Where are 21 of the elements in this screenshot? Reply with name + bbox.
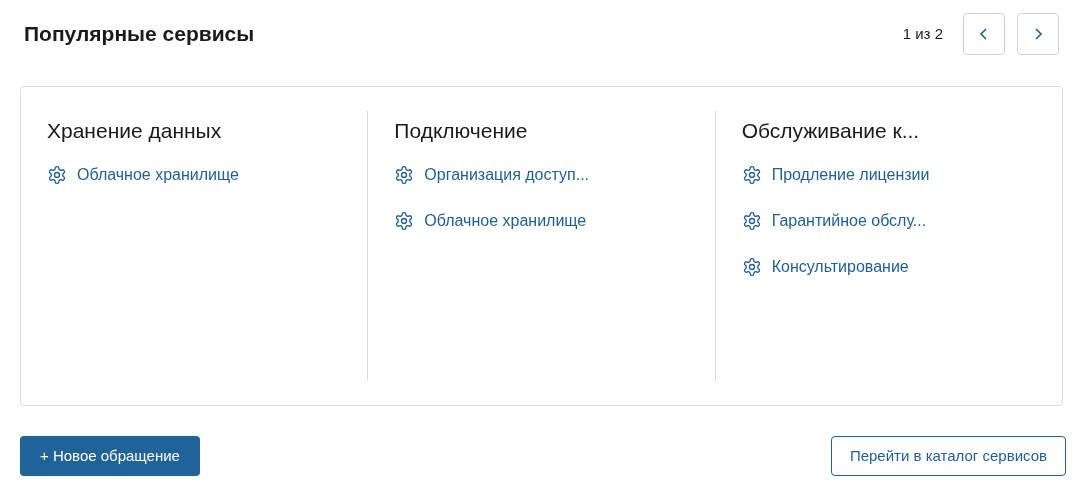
category-title: Обслуживание к... (741, 118, 921, 144)
gear-icon (394, 210, 415, 231)
service-link[interactable]: Гарантийное обслу... (741, 208, 1036, 233)
service-link[interactable]: Облачное хранилище (47, 162, 342, 187)
previous-button[interactable] (963, 13, 1005, 55)
gear-icon (741, 256, 762, 277)
category-title: Хранение данных (47, 118, 223, 144)
category-title: Подключение (394, 118, 529, 144)
section-title: Популярные сервисы (23, 21, 255, 48)
gear-icon (741, 210, 762, 231)
service-link[interactable]: Организация доступ... (394, 162, 689, 187)
gear-icon (394, 164, 415, 185)
gear-icon (741, 164, 762, 185)
service-link[interactable]: Продление лицензии (741, 162, 1036, 187)
service-catalog-button[interactable]: Перейти в каталог сервисов (830, 436, 1066, 476)
page-counter: 1 из 2 (902, 23, 943, 44)
service-link[interactable]: Облачное хранилище (394, 208, 689, 233)
new-request-button[interactable]: + Новое обращение (20, 436, 200, 476)
service-link[interactable]: Консультирование (741, 254, 1036, 279)
gear-icon (47, 164, 67, 185)
next-button[interactable] (1017, 13, 1059, 55)
